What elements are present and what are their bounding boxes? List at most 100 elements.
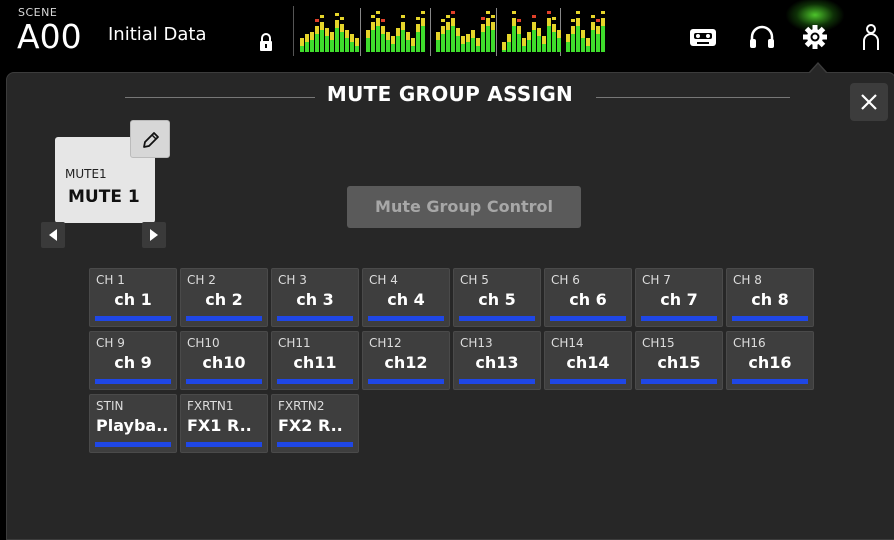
channel-button[interactable]: CH13 ch13: [453, 331, 541, 390]
channel-button[interactable]: STIN Playba..: [89, 394, 177, 453]
meter-bar: [386, 32, 390, 52]
meter-bar: [330, 32, 334, 52]
meter-bar: [350, 34, 354, 52]
meter-bar: [461, 36, 465, 52]
user-icon[interactable]: [856, 22, 886, 52]
scene-name[interactable]: Initial Data: [108, 24, 207, 45]
assign-indicator-bar: [368, 379, 444, 384]
assign-indicator-bar: [95, 442, 171, 447]
channel-button[interactable]: CH 1 ch 1: [89, 268, 177, 327]
meter-bar: [345, 30, 349, 52]
assign-indicator-bar: [95, 316, 171, 321]
meter-bar: [396, 28, 400, 52]
meter-bar: [416, 24, 420, 52]
channel-number: CH15: [642, 336, 675, 350]
meter-peak: [486, 11, 490, 14]
channel-number: CH 4: [369, 273, 398, 287]
meter-bar: [381, 26, 385, 52]
channel-button[interactable]: CH 5 ch 5: [453, 268, 541, 327]
meter-bar: [576, 18, 580, 52]
meter-bar: [305, 34, 309, 52]
meter-bar: [315, 26, 319, 52]
channel-button[interactable]: FXRTN2 FX2 R..: [271, 394, 359, 453]
meter-bar: [446, 22, 450, 52]
assign-indicator-bar: [641, 379, 717, 384]
lock-icon[interactable]: [258, 32, 274, 52]
meter-bar: [471, 30, 475, 52]
assign-indicator-bar: [186, 316, 262, 321]
channel-number: CH16: [733, 336, 766, 350]
channel-button[interactable]: CH 2 ch 2: [180, 268, 268, 327]
channel-number: FXRTN2: [278, 399, 325, 413]
settings-gear-icon[interactable]: [786, 0, 844, 52]
assign-indicator-bar: [732, 316, 808, 321]
meter-peak: [340, 17, 344, 20]
edit-name-button[interactable]: [130, 120, 170, 158]
meter-peak: [446, 15, 450, 18]
meter-bar: [542, 36, 546, 52]
meter-bar: [340, 24, 344, 52]
channel-number: CH12: [369, 336, 402, 350]
channel-button[interactable]: CH11 ch11: [271, 331, 359, 390]
channel-button[interactable]: FXRTN1 FX1 R..: [180, 394, 268, 453]
channel-number: CH 2: [187, 273, 216, 287]
channel-name: Playba..: [96, 416, 169, 435]
channel-button[interactable]: CH15 ch15: [635, 331, 723, 390]
arrow-left-icon: [49, 229, 57, 241]
meter-peak: [601, 11, 605, 14]
meter-bar: [355, 38, 359, 52]
top-bar: SCENE A00 Initial Data: [0, 0, 894, 60]
recorder-icon[interactable]: [688, 22, 718, 52]
channel-name: ch12: [384, 353, 428, 372]
meter-peak: [421, 11, 425, 14]
assign-indicator-bar: [459, 379, 535, 384]
channel-button[interactable]: CH14 ch14: [544, 331, 632, 390]
channel-button[interactable]: CH16 ch16: [726, 331, 814, 390]
channel-button[interactable]: CH 8 ch 8: [726, 268, 814, 327]
meter-bar: [300, 38, 304, 52]
meter-bar: [507, 34, 511, 52]
channel-name: ch 3: [296, 290, 334, 309]
channel-number: CH 1: [96, 273, 125, 287]
meter-peak: [532, 15, 536, 18]
channel-number: CH13: [460, 336, 493, 350]
channel-name: ch 2: [205, 290, 243, 309]
scene-number[interactable]: A00: [17, 17, 82, 57]
close-button[interactable]: [850, 83, 888, 121]
channel-number: CH11: [278, 336, 311, 350]
channel-number: CH 3: [278, 273, 307, 287]
channel-button[interactable]: CH 9 ch 9: [89, 331, 177, 390]
mute-group-control-button[interactable]: Mute Group Control: [347, 186, 581, 228]
meter-bar: [421, 18, 425, 52]
channel-button[interactable]: CH 7 ch 7: [635, 268, 723, 327]
meter-bar: [481, 24, 485, 52]
meter-bar: [502, 42, 506, 52]
meter-bar: [566, 34, 570, 52]
meter-bar: [320, 22, 324, 52]
meter-bar: [601, 18, 605, 52]
meter-separator: [360, 8, 361, 56]
channel-button[interactable]: CH 6 ch 6: [544, 268, 632, 327]
headphones-icon[interactable]: [747, 22, 777, 52]
assign-indicator-bar: [277, 442, 353, 447]
meter-bar: [591, 22, 595, 52]
next-group-button[interactable]: [142, 222, 166, 248]
prev-group-button[interactable]: [41, 222, 65, 248]
channel-name: ch 8: [751, 290, 789, 309]
channel-button[interactable]: CH10 ch10: [180, 331, 268, 390]
channel-button[interactable]: CH12 ch12: [362, 331, 450, 390]
meter-bar: [517, 26, 521, 52]
channel-button[interactable]: CH 4 ch 4: [362, 268, 450, 327]
assign-indicator-bar: [459, 316, 535, 321]
meter-bar: [537, 28, 541, 52]
channel-button[interactable]: CH 3 ch 3: [271, 268, 359, 327]
assign-indicator-bar: [277, 379, 353, 384]
meter-bar: [436, 32, 440, 52]
meter-peak: [381, 19, 385, 22]
level-meters[interactable]: [293, 6, 622, 56]
meter-bar: [547, 18, 551, 52]
mute-group-name: MUTE 1: [68, 187, 140, 207]
assign-indicator-bar: [277, 316, 353, 321]
channel-name: ch13: [475, 353, 519, 372]
meter-bar: [581, 30, 585, 52]
